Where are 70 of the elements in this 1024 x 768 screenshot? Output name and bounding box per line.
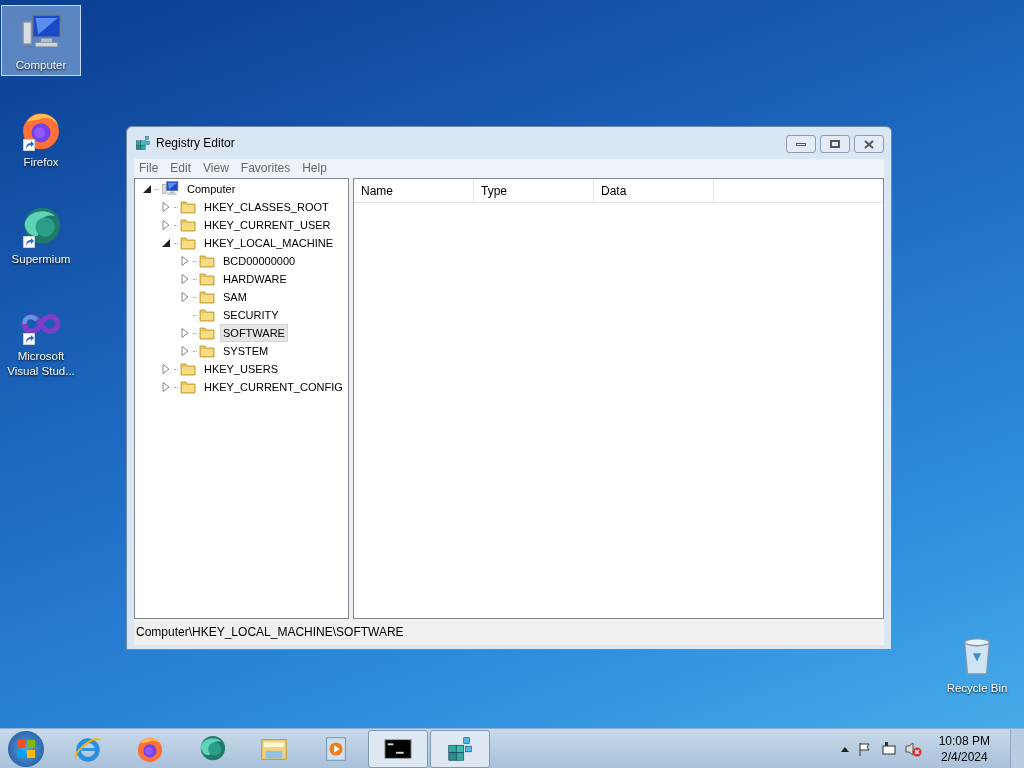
collapse-arrow-icon[interactable] xyxy=(141,183,153,195)
desktop-icon[interactable]: Microsoft Visual Stud... xyxy=(1,296,81,382)
close-button[interactable] xyxy=(854,135,884,153)
icon-label: Microsoft Visual Stud... xyxy=(6,349,76,379)
folder-icon xyxy=(180,217,196,233)
folder-icon xyxy=(180,235,196,251)
desktop-icon[interactable]: Computer xyxy=(1,5,81,76)
folder-icon xyxy=(180,199,196,215)
tree-item[interactable]: HARDWARE xyxy=(220,270,290,288)
tree-item[interactable]: HKEY_CLASSES_ROOT xyxy=(201,198,332,216)
icon-label: Recycle Bin xyxy=(946,681,1008,696)
expand-arrow-icon[interactable] xyxy=(160,363,172,375)
tree-item[interactable]: SOFTWARE xyxy=(220,324,288,342)
column-header[interactable]: Data xyxy=(594,179,714,202)
tree-item[interactable]: SECURITY xyxy=(220,306,282,324)
icon-label: Computer xyxy=(15,58,67,73)
window-title: Registry Editor xyxy=(156,135,235,152)
tree-item[interactable]: HKEY_CURRENT_CONFIG xyxy=(201,378,346,396)
flag-icon[interactable] xyxy=(856,740,873,757)
menu-item[interactable]: Help xyxy=(297,159,332,177)
minimize-button[interactable] xyxy=(786,135,816,153)
network-icon[interactable] xyxy=(880,740,897,757)
menu-item[interactable]: Favorites xyxy=(235,159,296,177)
tree-item[interactable]: Computer xyxy=(184,180,239,198)
folder-icon xyxy=(180,361,196,377)
folder-icon xyxy=(199,325,215,341)
taskbar-button[interactable] xyxy=(368,729,428,768)
folder-icon xyxy=(199,271,215,287)
icon-label: Firefox xyxy=(23,155,59,170)
desktop-icon[interactable]: Firefox xyxy=(1,102,81,173)
expand-arrow-icon[interactable] xyxy=(160,219,172,231)
tree-item[interactable]: HKEY_CURRENT_USER xyxy=(201,216,334,234)
expand-arrow-icon[interactable] xyxy=(179,255,191,267)
start-button[interactable] xyxy=(8,730,44,767)
tree-item[interactable]: HKEY_USERS xyxy=(201,360,281,378)
menu-item[interactable]: Edit xyxy=(165,159,197,177)
expand-arrow-icon[interactable] xyxy=(160,201,172,213)
expand-arrow-icon[interactable] xyxy=(179,327,191,339)
column-header[interactable]: Type xyxy=(474,179,594,202)
shortcut-arrow-icon xyxy=(23,236,35,248)
folder-icon xyxy=(180,379,196,395)
icon-label: Supermium xyxy=(11,252,71,267)
status-bar-text: Computer\HKEY_LOCAL_MACHINE\SOFTWARE xyxy=(135,624,405,641)
maximize-button[interactable] xyxy=(820,135,850,153)
expand-arrow-icon[interactable] xyxy=(160,381,172,393)
muted-speaker-icon[interactable] xyxy=(904,740,923,757)
tree-item[interactable]: SYSTEM xyxy=(220,342,272,360)
clock-date: 2/4/2024 xyxy=(940,748,988,765)
menu-item[interactable]: View xyxy=(198,159,234,177)
tree-item[interactable]: BCD00000000 xyxy=(220,252,299,270)
clock-time: 10:08 PM xyxy=(938,732,990,749)
close-icon xyxy=(864,139,874,149)
expand-arrow-icon[interactable] xyxy=(179,273,191,285)
expand-arrow-icon[interactable] xyxy=(179,291,191,303)
show-hidden-icon[interactable] xyxy=(840,745,849,752)
windows-logo-icon xyxy=(16,738,36,759)
shortcut-arrow-icon xyxy=(23,139,35,151)
menu-item[interactable]: File xyxy=(134,159,164,177)
shortcut-arrow-icon xyxy=(23,333,35,345)
collapse-arrow-icon[interactable] xyxy=(160,237,172,249)
cubes-icon xyxy=(134,134,152,152)
column-header[interactable]: Name xyxy=(354,179,474,202)
tree-item[interactable]: SAM xyxy=(220,288,250,306)
expand-arrow-icon[interactable] xyxy=(179,345,191,357)
folder-icon xyxy=(199,289,215,305)
desktop-icon[interactable]: Supermium xyxy=(1,199,81,270)
tree-item[interactable]: HKEY_LOCAL_MACHINE xyxy=(201,234,336,252)
folder-icon xyxy=(199,307,215,323)
folder-icon xyxy=(199,343,215,359)
folder-icon xyxy=(199,253,215,269)
